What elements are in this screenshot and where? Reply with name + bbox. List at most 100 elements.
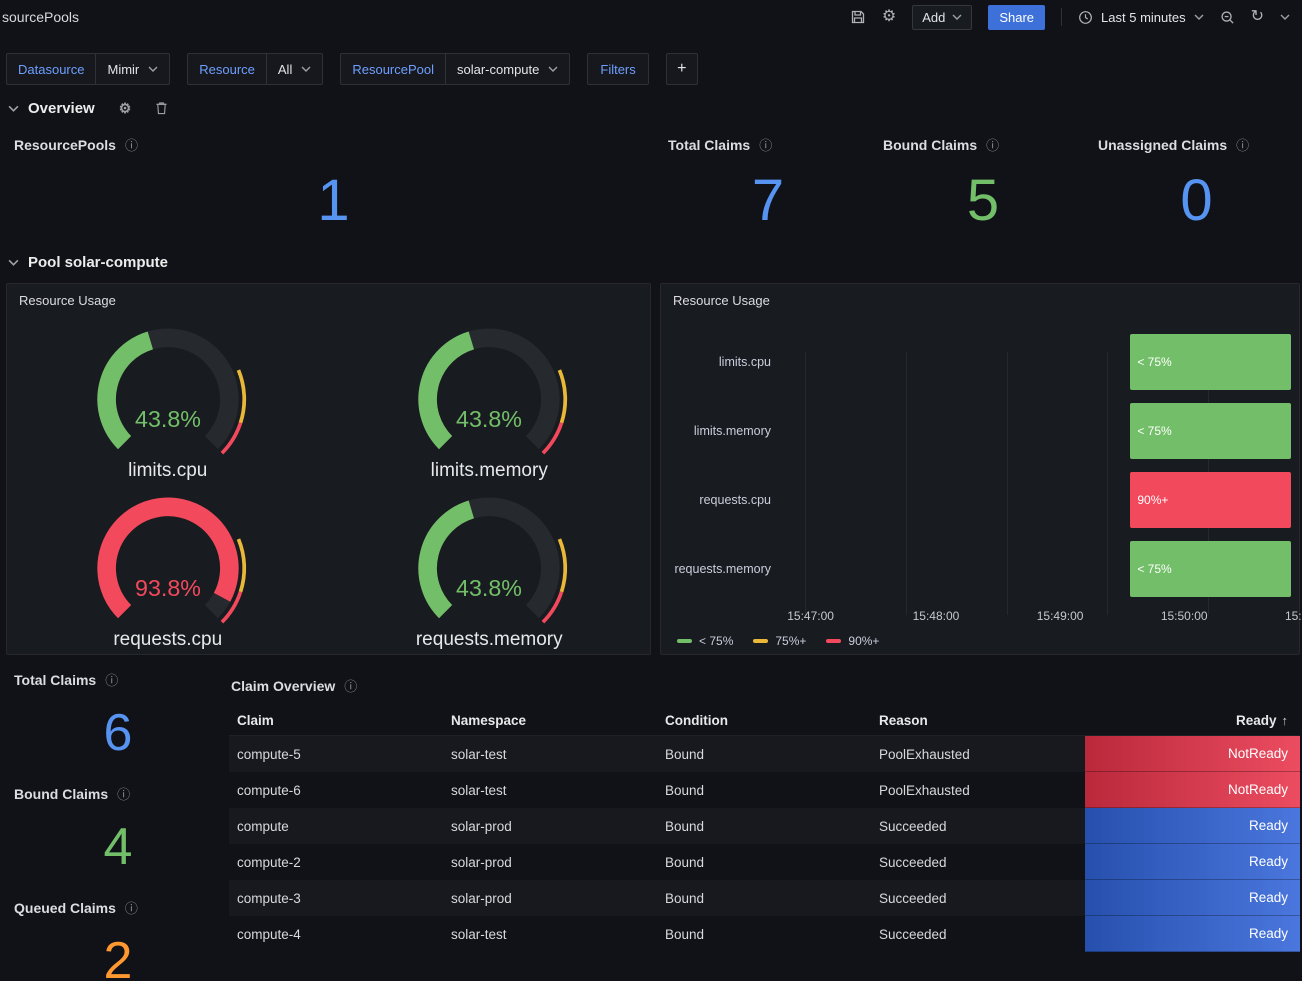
row-collapse-icon[interactable] xyxy=(8,105,19,112)
timeline-track: < 75% xyxy=(781,334,1291,390)
info-icon[interactable]: ⓘ xyxy=(344,680,357,693)
share-button[interactable]: Share xyxy=(988,5,1045,30)
filters-button[interactable]: Filters xyxy=(587,53,648,85)
add-button[interactable]: Add xyxy=(912,5,972,30)
row-header-overview: Overview ⚙ xyxy=(8,97,1302,119)
state-block: < 75% xyxy=(1130,541,1291,597)
info-icon[interactable]: ⓘ xyxy=(986,139,999,152)
filter-resource-label[interactable]: Resource xyxy=(187,53,267,85)
x-tick: 15:51:00 xyxy=(1285,609,1302,623)
cell-condition: Bound xyxy=(657,916,871,952)
cell-namespace: solar-test xyxy=(443,916,657,952)
cell-claim: compute-5 xyxy=(229,736,443,772)
gauge-arc: 43.8% xyxy=(396,319,582,459)
gauge-limits-cpu: 43.8% limits.cpu xyxy=(7,316,329,485)
filter-datasource-label[interactable]: Datasource xyxy=(6,53,96,85)
chevron-down-icon xyxy=(548,66,558,72)
chevron-down-icon xyxy=(952,14,962,20)
filter-resource-value[interactable]: All xyxy=(266,53,323,85)
gauge-arc: 93.8% xyxy=(75,488,261,628)
legend-item[interactable]: 90%+ xyxy=(826,634,879,648)
row-collapse-icon[interactable] xyxy=(8,259,19,266)
column-header-namespace[interactable]: Namespace xyxy=(443,713,657,728)
info-icon[interactable]: ⓘ xyxy=(117,788,130,801)
claims-section: Total Claimsⓘ 6 Bound Claimsⓘ 4 Queued C… xyxy=(6,664,1300,981)
refresh-interval-chevron-icon[interactable] xyxy=(1280,14,1290,20)
filter-resourcepool-value[interactable]: solar-compute xyxy=(445,53,570,85)
legend-label: 90%+ xyxy=(848,634,879,648)
cell-reason: PoolExhausted xyxy=(871,772,1085,808)
cell-condition: Bound xyxy=(657,772,871,808)
column-header-condition[interactable]: Condition xyxy=(657,713,871,728)
stat-panel-unassigned-claims: Unassigned Claimsⓘ 0 xyxy=(1090,129,1302,247)
stat-value: 0 xyxy=(1098,153,1294,247)
filter-resourcepool: ResourcePool solar-compute xyxy=(340,53,570,85)
stat-title: Bound Claims xyxy=(14,786,108,802)
cell-ready-status: NotReady xyxy=(1085,736,1300,772)
refresh-icon[interactable]: ↻ xyxy=(1251,9,1264,25)
timeline-rows: limits.cpu < 75% limits.memory < 75% req… xyxy=(661,334,1299,597)
dashboard-settings-icon[interactable]: ⚙ xyxy=(882,9,896,25)
column-header-claim[interactable]: Claim xyxy=(229,713,443,728)
filter-resourcepool-label[interactable]: ResourcePool xyxy=(340,53,446,85)
gauge-label: limits.memory xyxy=(431,460,548,482)
stat-title: Bound Claims xyxy=(883,137,977,153)
save-dashboard-icon[interactable] xyxy=(850,9,866,25)
x-tick: 15:47:00 xyxy=(787,609,834,623)
info-icon[interactable]: ⓘ xyxy=(759,139,772,152)
table-row: compute-6 solar-test Bound PoolExhausted… xyxy=(229,772,1300,808)
add-filter-button[interactable]: + xyxy=(666,53,698,85)
state-block: < 75% xyxy=(1130,334,1291,390)
magnifier-minus-icon xyxy=(1220,10,1235,25)
gauge-requests-memory: 43.8% requests.memory xyxy=(329,485,651,654)
info-icon[interactable]: ⓘ xyxy=(1236,139,1249,152)
column-header-reason[interactable]: Reason xyxy=(871,713,1085,728)
chevron-down-icon xyxy=(1194,14,1204,20)
claim-table: Claim Namespace Condition Reason Ready ↑… xyxy=(229,706,1300,952)
filter-resource-current: All xyxy=(278,62,292,77)
gauge-label: requests.memory xyxy=(416,629,563,651)
state-timeline: limits.cpu < 75% limits.memory < 75% req… xyxy=(661,334,1299,672)
table-row: compute-3 solar-prod Bound Succeeded Rea… xyxy=(229,880,1300,916)
time-range-picker[interactable]: Last 5 minutes xyxy=(1078,10,1204,25)
legend-swatch xyxy=(753,639,768,643)
gauge-limits-memory: 43.8% limits.memory xyxy=(329,316,651,485)
zoom-out-time-icon[interactable] xyxy=(1220,10,1235,25)
floppy-icon xyxy=(850,9,866,25)
info-icon[interactable]: ⓘ xyxy=(125,139,138,152)
gauge-arc: 43.8% xyxy=(396,488,582,628)
stat-value: 4 xyxy=(14,802,221,892)
column-header-ready[interactable]: Ready ↑ xyxy=(1085,713,1300,728)
sort-ascending-icon: ↑ xyxy=(1282,713,1289,728)
cell-condition: Bound xyxy=(657,880,871,916)
stat-value: 6 xyxy=(14,688,221,778)
state-block: < 75% xyxy=(1130,403,1291,459)
row-settings-gear-icon[interactable]: ⚙ xyxy=(119,101,132,115)
timeline-track: < 75% xyxy=(781,403,1291,459)
timeline-row-label: requests.memory xyxy=(661,541,781,597)
row-delete-trash-icon[interactable] xyxy=(155,101,168,115)
info-icon[interactable]: ⓘ xyxy=(105,674,118,687)
svg-text:43.8%: 43.8% xyxy=(456,406,522,432)
info-icon[interactable]: ⓘ xyxy=(125,902,138,915)
filter-datasource-value[interactable]: Mimir xyxy=(95,53,170,85)
filter-resourcepool-current: solar-compute xyxy=(457,62,539,77)
stat-title: Total Claims xyxy=(14,672,96,688)
panel-title: Resource Usage xyxy=(661,284,1299,316)
cell-reason: Succeeded xyxy=(871,808,1085,844)
cell-claim: compute-6 xyxy=(229,772,443,808)
table-row: compute-4 solar-test Bound Succeeded Rea… xyxy=(229,916,1300,952)
state-block: 90%+ xyxy=(1130,472,1291,528)
x-tick: 15:48:00 xyxy=(913,609,960,623)
stat-value: 1 xyxy=(14,153,652,247)
topbar-divider xyxy=(1061,8,1062,26)
table-header-row: Claim Namespace Condition Reason Ready ↑ xyxy=(229,706,1300,736)
row-title[interactable]: Overview xyxy=(28,100,95,117)
cell-condition: Bound xyxy=(657,808,871,844)
legend-item[interactable]: 75%+ xyxy=(753,634,806,648)
row-title[interactable]: Pool solar-compute xyxy=(28,254,168,271)
stat-value: 5 xyxy=(883,153,1082,247)
add-button-label: Add xyxy=(922,10,945,25)
row-header-pool: Pool solar-compute xyxy=(8,251,1302,273)
legend-item[interactable]: < 75% xyxy=(677,634,733,648)
